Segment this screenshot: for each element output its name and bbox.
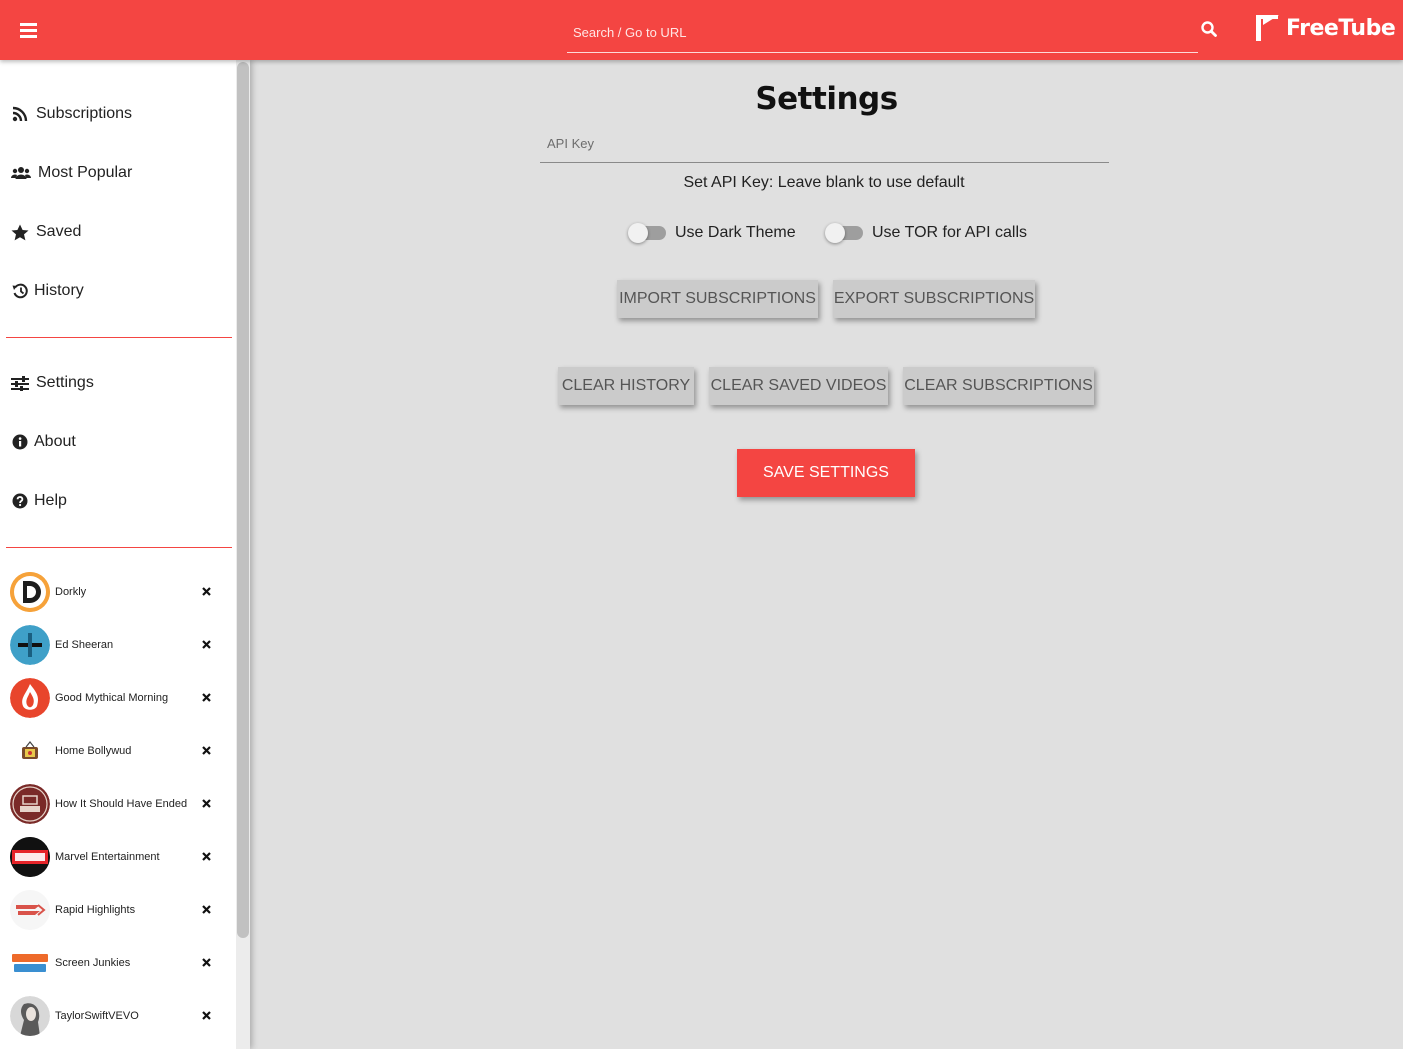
remove-subscription-close-icon[interactable] xyxy=(200,639,212,651)
sidebar-item-label: Most Popular xyxy=(38,164,133,181)
users-icon xyxy=(10,163,32,183)
history-icon xyxy=(10,281,30,301)
remove-subscription-close-icon[interactable] xyxy=(200,586,212,598)
api-key-input[interactable] xyxy=(540,124,1109,163)
subscription-item[interactable]: Dorkly xyxy=(0,565,236,618)
sidebar-divider xyxy=(6,547,232,548)
dark-theme-toggle[interactable]: Use Dark Theme xyxy=(628,223,796,243)
search-icon[interactable] xyxy=(1200,20,1220,40)
channel-avatar xyxy=(10,783,50,824)
sidebar-item-help[interactable]: Help xyxy=(0,476,236,526)
subscription-name: How It Should Have Ended xyxy=(55,797,188,810)
hamburger-menu-icon[interactable] xyxy=(18,19,40,41)
api-key-help-text: Set API Key: Leave blank to use default xyxy=(683,174,965,191)
channel-avatar xyxy=(10,730,50,771)
subscription-item[interactable]: Ed Sheeran xyxy=(0,618,236,671)
channel-avatar xyxy=(10,677,50,718)
export-subscriptions-button[interactable]: Export Subscriptions xyxy=(833,280,1035,318)
rss-icon xyxy=(10,104,30,124)
channel-avatar xyxy=(10,571,50,612)
remove-subscription-close-icon[interactable] xyxy=(200,798,212,810)
sliders-icon xyxy=(10,373,30,393)
sidebar-scrollbar-thumb[interactable] xyxy=(237,62,249,938)
channel-avatar xyxy=(10,836,50,877)
clear-history-button[interactable]: Clear History xyxy=(558,367,694,405)
subscription-name: Rapid Highlights xyxy=(55,903,136,916)
save-settings-button[interactable]: Save Settings xyxy=(737,449,915,497)
question-circle-icon xyxy=(10,491,30,511)
sidebar-divider xyxy=(6,337,232,338)
sidebar-item-label: Settings xyxy=(36,374,94,391)
subscription-item[interactable]: Good Mythical Morning xyxy=(0,671,236,724)
top-bar: FreeTube xyxy=(0,0,1403,60)
sidebar-item-label: Help xyxy=(34,492,67,509)
toggle-switch[interactable] xyxy=(825,223,863,243)
freetube-logo[interactable]: FreeTube xyxy=(1256,14,1396,42)
remove-subscription-close-icon[interactable] xyxy=(200,1010,212,1022)
sidebar-item-label: Saved xyxy=(36,223,82,240)
page-title: Settings xyxy=(755,81,898,117)
sidebar-item-label: About xyxy=(34,433,76,450)
channel-avatar xyxy=(10,624,50,665)
remove-subscription-close-icon[interactable] xyxy=(200,692,212,704)
sidebar-item-label: Subscriptions xyxy=(36,105,133,122)
subscription-item[interactable]: Marvel Entertainment xyxy=(0,830,236,883)
subscription-name: Marvel Entertainment xyxy=(55,850,160,863)
remove-subscription-close-icon[interactable] xyxy=(200,851,212,863)
subscription-item[interactable]: Home Bollywud xyxy=(0,724,236,777)
star-icon xyxy=(10,222,30,242)
remove-subscription-close-icon[interactable] xyxy=(200,957,212,969)
sidebar-item-history[interactable]: History xyxy=(0,266,236,316)
sidebar-item-label: History xyxy=(34,282,84,299)
sidebar-item-saved[interactable]: Saved xyxy=(0,207,236,257)
subscription-name: Home Bollywud xyxy=(55,744,132,757)
subscription-item[interactable]: Screen Junkies xyxy=(0,936,236,989)
logo-text: FreeTube xyxy=(1286,15,1396,41)
channel-avatar xyxy=(10,942,50,983)
subscription-name: Ed Sheeran xyxy=(55,638,114,651)
sidebar-item-about[interactable]: About xyxy=(0,417,236,467)
subscription-name: Dorkly xyxy=(55,585,87,598)
toggle-label: Use Dark Theme xyxy=(675,224,796,241)
sidebar-item-settings[interactable]: Settings xyxy=(0,358,236,408)
tor-toggle[interactable]: Use TOR for API calls xyxy=(825,223,1028,243)
sidebar: Subscriptions Most Popular Saved History… xyxy=(0,60,250,1049)
import-subscriptions-button[interactable]: Import Subscriptions xyxy=(617,280,818,318)
remove-subscription-close-icon[interactable] xyxy=(200,904,212,916)
subscription-item[interactable]: How It Should Have Ended xyxy=(0,777,236,830)
subscription-item[interactable]: TaylorSwiftVEVO xyxy=(0,989,236,1042)
settings-page: Settings Set API Key: Leave blank to use… xyxy=(250,60,1403,1049)
subscription-name: Screen Junkies xyxy=(55,956,131,969)
remove-subscription-close-icon[interactable] xyxy=(200,745,212,757)
sidebar-item-most-popular[interactable]: Most Popular xyxy=(0,148,236,198)
channel-avatar xyxy=(10,889,50,930)
toggle-label: Use TOR for API calls xyxy=(872,224,1028,241)
subscription-name: Good Mythical Morning xyxy=(55,691,169,704)
search-input[interactable] xyxy=(567,12,1198,53)
channel-avatar xyxy=(10,995,50,1036)
subscription-name: TaylorSwiftVEVO xyxy=(55,1009,139,1022)
toggle-switch[interactable] xyxy=(628,223,666,243)
sidebar-item-subscriptions[interactable]: Subscriptions xyxy=(0,89,236,139)
info-icon xyxy=(10,432,30,452)
subscription-item[interactable]: Rapid Highlights xyxy=(0,883,236,936)
clear-subscriptions-button[interactable]: Clear Subscriptions xyxy=(903,367,1094,405)
freetube-logo-mark-icon xyxy=(1256,15,1280,41)
clear-saved-videos-button[interactable]: Clear Saved Videos xyxy=(709,367,888,405)
